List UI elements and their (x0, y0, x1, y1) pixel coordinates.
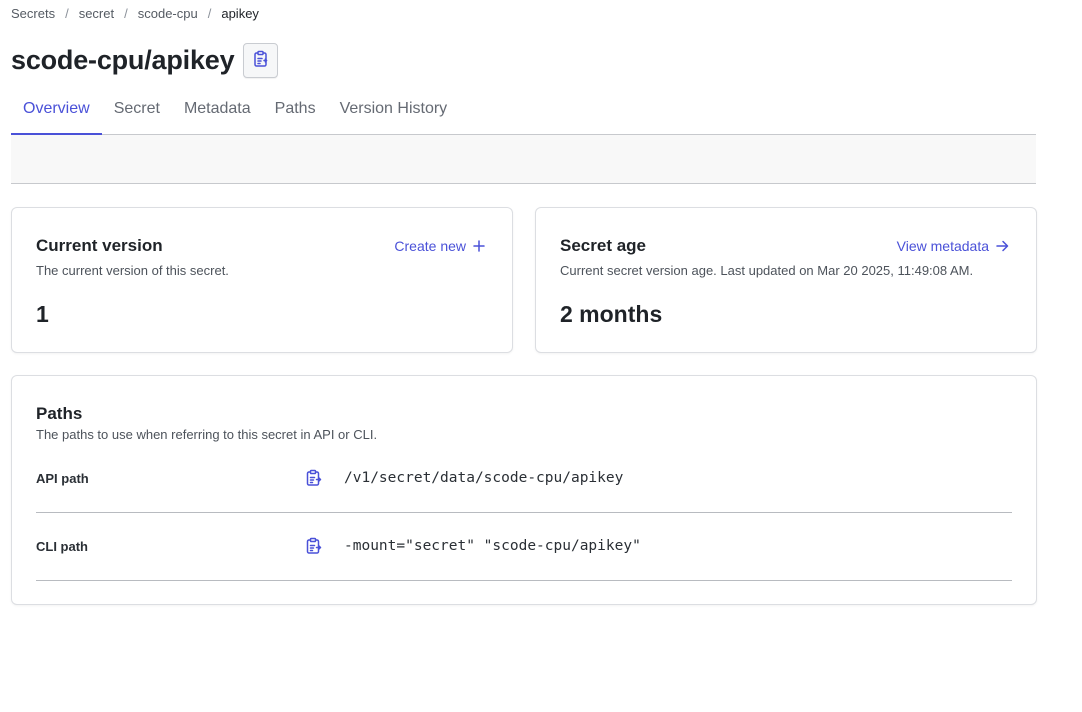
create-new-label: Create new (394, 238, 466, 254)
clipboard-icon (252, 50, 270, 71)
create-new-link[interactable]: Create new (394, 238, 485, 254)
tab-secret[interactable]: Secret (102, 86, 172, 134)
page-title: scode-cpu/apikey (11, 45, 235, 75)
page-header: scode-cpu/apikey (11, 43, 279, 78)
tab-bar: Overview Secret Metadata Paths Version H… (11, 86, 1036, 135)
breadcrumb: Secrets / secret / scode-cpu / apikey (11, 6, 259, 21)
breadcrumb-item-scode-cpu[interactable]: scode-cpu (138, 6, 198, 21)
clipboard-icon (305, 469, 323, 490)
breadcrumb-item-apikey: apikey (221, 6, 259, 21)
toolbar (11, 135, 1036, 184)
breadcrumb-item-secrets[interactable]: Secrets (11, 6, 55, 21)
tab-metadata[interactable]: Metadata (172, 86, 263, 134)
clipboard-icon (305, 537, 323, 558)
card-description: The current version of this secret. (36, 263, 229, 278)
secret-age-card: Secret age View metadata Current secret … (535, 207, 1037, 353)
current-version-card: Current version Create new The current v… (11, 207, 513, 353)
view-metadata-label: View metadata (896, 238, 989, 254)
breadcrumb-separator: / (207, 6, 212, 21)
copy-cli-path-button[interactable] (305, 537, 323, 555)
card-title: Secret age (560, 236, 646, 255)
secret-age-value: 2 months (560, 301, 663, 327)
plus-icon (473, 240, 485, 252)
path-row-cli: CLI path -mount="secret" "scode-cpu/apik… (36, 513, 1012, 581)
path-row-api: API path /v1/secret/data/scode-cpu/apike… (36, 445, 1012, 513)
breadcrumb-separator: / (65, 6, 69, 21)
copy-title-button[interactable] (243, 43, 279, 78)
paths-card: Paths The paths to use when referring to… (11, 375, 1037, 605)
card-title: Paths (36, 404, 83, 423)
arrow-right-icon (996, 240, 1009, 252)
current-version-value: 1 (36, 301, 49, 327)
breadcrumb-separator: / (124, 6, 128, 21)
tab-version-history[interactable]: Version History (328, 86, 460, 134)
card-description: The paths to use when referring to this … (36, 427, 378, 442)
view-metadata-link[interactable]: View metadata (897, 238, 1009, 254)
cli-path-label: CLI path (36, 539, 88, 554)
breadcrumb-item-secret[interactable]: secret (79, 6, 114, 21)
tab-paths[interactable]: Paths (263, 86, 328, 134)
card-title: Current version (36, 236, 163, 255)
cli-path-value: -mount="secret" "scode-cpu/apikey" (344, 538, 641, 554)
copy-api-path-button[interactable] (305, 469, 323, 487)
tab-overview[interactable]: Overview (11, 86, 102, 135)
card-description: Current secret version age. Last updated… (560, 263, 974, 278)
api-path-value: /v1/secret/data/scode-cpu/apikey (344, 470, 624, 486)
api-path-label: API path (36, 471, 89, 486)
